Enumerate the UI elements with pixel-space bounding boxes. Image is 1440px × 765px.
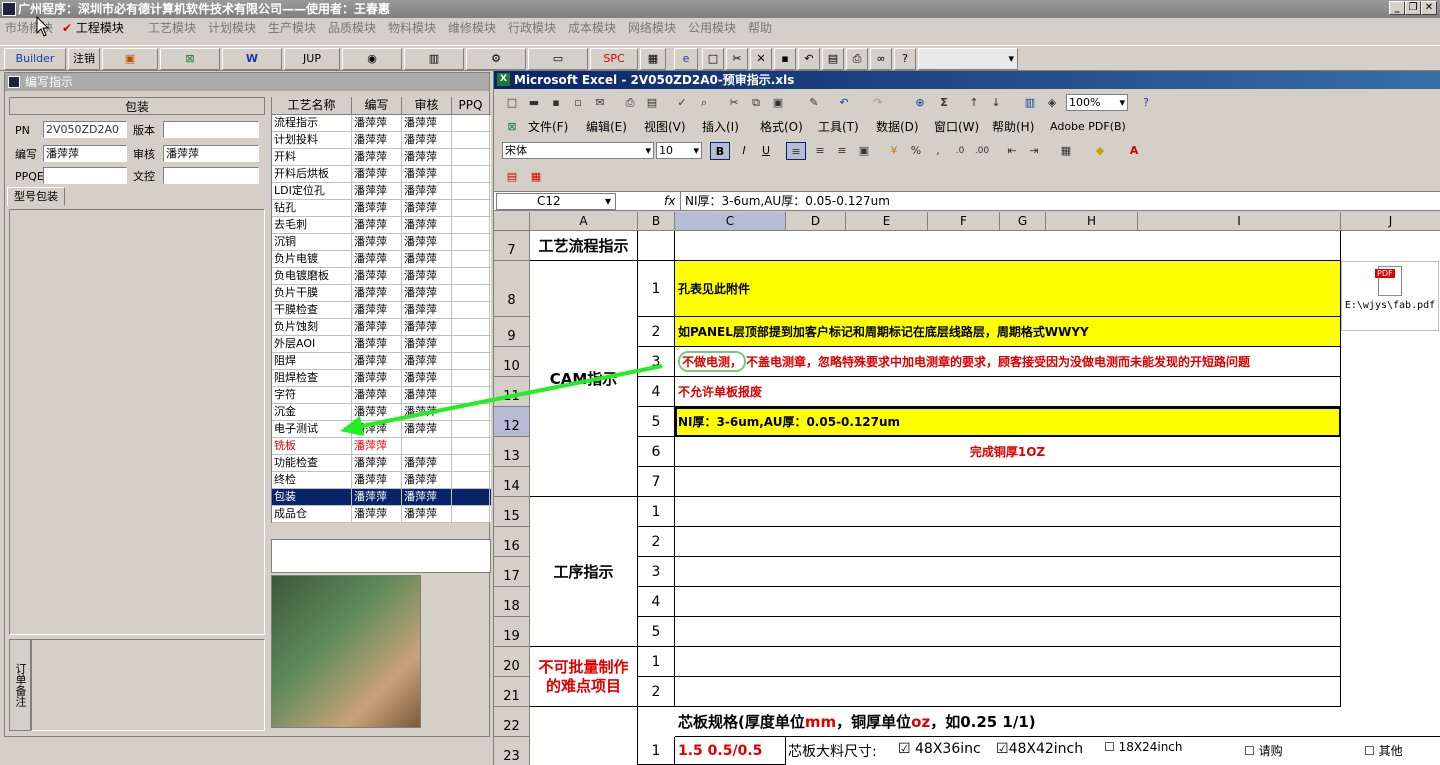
mouse-cursor [36, 16, 50, 37]
arrow-head [340, 416, 364, 436]
annotation-arrow [340, 364, 663, 436]
arrow-line [351, 364, 663, 430]
